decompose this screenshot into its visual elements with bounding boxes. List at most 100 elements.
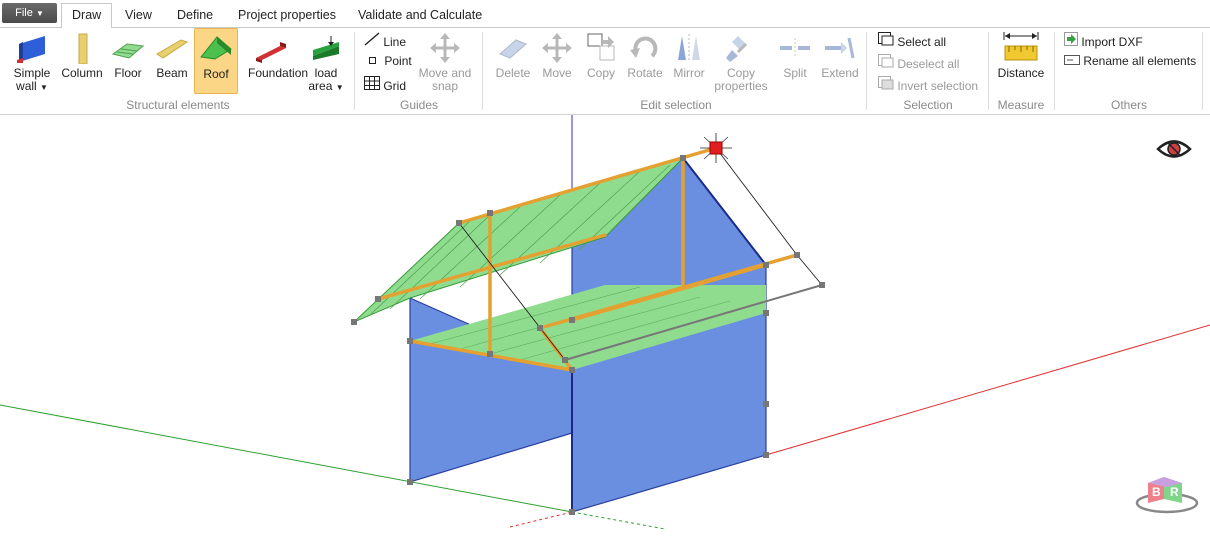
tab-draw[interactable]: Draw [61, 3, 113, 29]
x-axis-dashed [509, 511, 573, 528]
simple-wall-label-2: wall [16, 79, 37, 93]
import-dxf-label: Import DXF [1081, 35, 1143, 49]
tab-view[interactable]: View [115, 4, 162, 27]
file-menu-label: File [15, 7, 33, 19]
move-icon [542, 33, 572, 63]
point-icon [369, 57, 376, 64]
delete-label: Delete [495, 66, 531, 80]
mirror-icon [678, 34, 700, 62]
tab-project-properties[interactable]: Project properties [228, 4, 346, 27]
line-icon [364, 32, 380, 46]
view-cube-back-face: B [1152, 485, 1161, 499]
view-cube-right-face: R [1170, 485, 1179, 499]
group-edit-selection: Edit selection [640, 98, 712, 112]
crosshair-cursor-icon [700, 133, 732, 163]
invert-selection-icon [878, 76, 894, 90]
beam-button[interactable]: Beam [150, 32, 194, 82]
distance-label: Distance [997, 66, 1045, 80]
view-cube[interactable]: B R [1134, 471, 1200, 519]
group-selection: Selection [903, 98, 953, 112]
beam-icon [156, 39, 189, 59]
paintbrush-icon [726, 36, 748, 62]
tab-define[interactable]: Define [167, 4, 223, 27]
deselect-all-button[interactable]: Deselect all [878, 54, 959, 71]
move-arrows-icon [430, 33, 460, 63]
distance-button[interactable]: Distance [994, 30, 1048, 82]
invert-selection-label: Invert selection [897, 79, 979, 93]
select-all-button[interactable]: Select all [878, 32, 946, 49]
mirror-button[interactable]: Mirror [668, 32, 710, 82]
file-menu-button[interactable]: File ▼ [2, 3, 57, 23]
group-structural-elements: Structural elements [126, 98, 230, 112]
ribbon-separator [866, 32, 867, 110]
ribbon-separator [988, 32, 989, 110]
copy-properties-button[interactable]: Copy properties [712, 32, 770, 94]
x-axis-line [765, 324, 1210, 456]
roof-icon [200, 36, 232, 60]
roof-button[interactable]: Roof [194, 28, 238, 94]
floor-label: Floor [114, 66, 142, 80]
visibility-toggle-button[interactable] [1156, 136, 1192, 162]
scene-svg [0, 115, 1210, 530]
ribbon-tab-bar: File ▼ Draw View Define Project properti… [0, 0, 1210, 29]
load-area-button[interactable]: load area ▼ [304, 32, 348, 94]
column-icon [78, 33, 88, 65]
move-and-snap-label-2: snap [431, 79, 459, 93]
invert-selection-button[interactable]: Invert selection [878, 76, 978, 93]
ribbon-draw: Simple wall ▼ Column Floor Beam Roof Fou… [0, 28, 1210, 115]
split-icon [780, 38, 810, 58]
copy-button[interactable]: Copy [580, 32, 622, 82]
move-and-snap-button[interactable]: Move and snap [414, 32, 476, 94]
deselect-all-icon [878, 54, 894, 68]
beam-label: Beam [156, 66, 188, 80]
import-dxf-button[interactable]: Import DXF [1064, 32, 1143, 49]
line-button[interactable]: Line [364, 32, 406, 49]
simple-wall-button[interactable]: Simple wall ▼ [10, 32, 54, 94]
split-button[interactable]: Split [774, 32, 816, 82]
grid-label: Grid [383, 79, 407, 93]
group-others: Others [1110, 98, 1147, 112]
copy-icon [587, 33, 615, 61]
extend-button[interactable]: Extend [818, 32, 862, 82]
foundation-icon [256, 42, 286, 63]
copy-properties-label-2: properties [714, 79, 768, 93]
floor-button[interactable]: Floor [106, 32, 150, 82]
point-label: Point [384, 54, 412, 68]
extend-label: Extend [821, 66, 859, 80]
rename-all-elements-label: Rename all elements [1083, 54, 1197, 68]
select-all-label: Select all [897, 35, 947, 49]
foundation-button[interactable]: Foundation [248, 32, 309, 82]
split-label: Split [783, 66, 807, 80]
roof-label: Roof [203, 67, 229, 81]
mirror-label: Mirror [673, 66, 705, 80]
rename-all-elements-button[interactable]: Rename all elements [1064, 54, 1196, 68]
chevron-down-icon: ▼ [35, 9, 44, 18]
dropdown-arrow-icon: ▼ [40, 83, 48, 92]
grid-button[interactable]: Grid [364, 76, 406, 93]
deselect-all-label: Deselect all [897, 57, 960, 71]
column-label: Column [61, 66, 103, 80]
3d-viewport[interactable]: B R [0, 115, 1210, 533]
rotate-button[interactable]: Rotate [624, 32, 666, 82]
ribbon-separator [1202, 32, 1203, 110]
copy-label: Copy [586, 66, 615, 80]
delete-button[interactable]: Delete [492, 32, 534, 82]
rotate-label: Rotate [627, 66, 663, 80]
move-button[interactable]: Move [536, 32, 578, 82]
move-label: Move [542, 66, 572, 80]
point-button[interactable]: Point [366, 54, 412, 68]
tab-validate-and-calculate[interactable]: Validate and Calculate [348, 4, 492, 27]
floor-icon [111, 43, 145, 59]
ribbon-separator [354, 32, 355, 110]
ribbon-separator [482, 32, 483, 110]
line-label: Line [383, 35, 407, 49]
y-axis-dashed [571, 511, 666, 530]
foundation-label: Foundation [248, 66, 309, 80]
column-button[interactable]: Column [60, 32, 104, 82]
view-cube-icon [1135, 477, 1199, 514]
group-guides: Guides [399, 98, 439, 112]
group-measure: Measure [997, 98, 1045, 112]
load-area-icon [313, 36, 339, 60]
load-area-label-2: area [308, 79, 333, 93]
ribbon-separator [1054, 32, 1055, 110]
